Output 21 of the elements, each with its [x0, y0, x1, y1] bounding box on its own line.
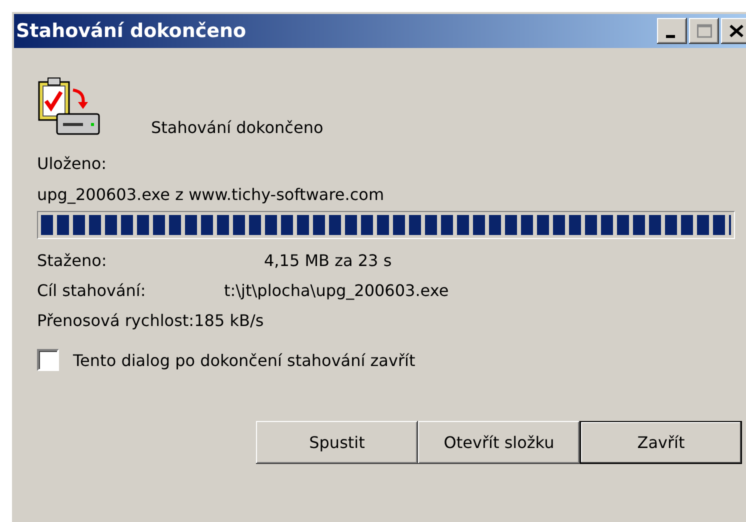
status-heading: Stahování dokončeno — [151, 118, 324, 139]
action-button[interactable]: Spustit — [256, 421, 418, 464]
source-text: upg_200603.exe z www.tichy-software.com — [37, 185, 386, 205]
detail-value: 185 kB/s — [194, 311, 264, 331]
detail-value: t:\jt\plocha\upg_200603.exe — [224, 281, 449, 301]
action-button[interactable]: Zavřít — [580, 421, 742, 464]
maximize-icon — [696, 24, 712, 38]
close-button[interactable] — [721, 18, 746, 44]
minimize-icon — [666, 34, 674, 38]
detail-value: 4,15 MB za 23 s — [264, 251, 392, 271]
close-icon — [728, 24, 744, 38]
detail-label: Cíl stahování: — [37, 281, 147, 301]
checkbox-label[interactable]: Tento dialog po dokončení stahování zavřít — [73, 350, 416, 370]
detail-label: Přenosová rychlost: — [37, 311, 194, 331]
window-title: Stahování dokončeno — [16, 20, 246, 42]
saved-label: Uloženo: — [37, 154, 108, 174]
checkbox[interactable] — [37, 349, 59, 371]
minimize-button[interactable] — [657, 18, 687, 44]
maximize-button[interactable] — [689, 18, 719, 44]
action-button[interactable]: Otevřít složku — [418, 421, 580, 464]
detail-label: Staženo: — [37, 251, 108, 271]
